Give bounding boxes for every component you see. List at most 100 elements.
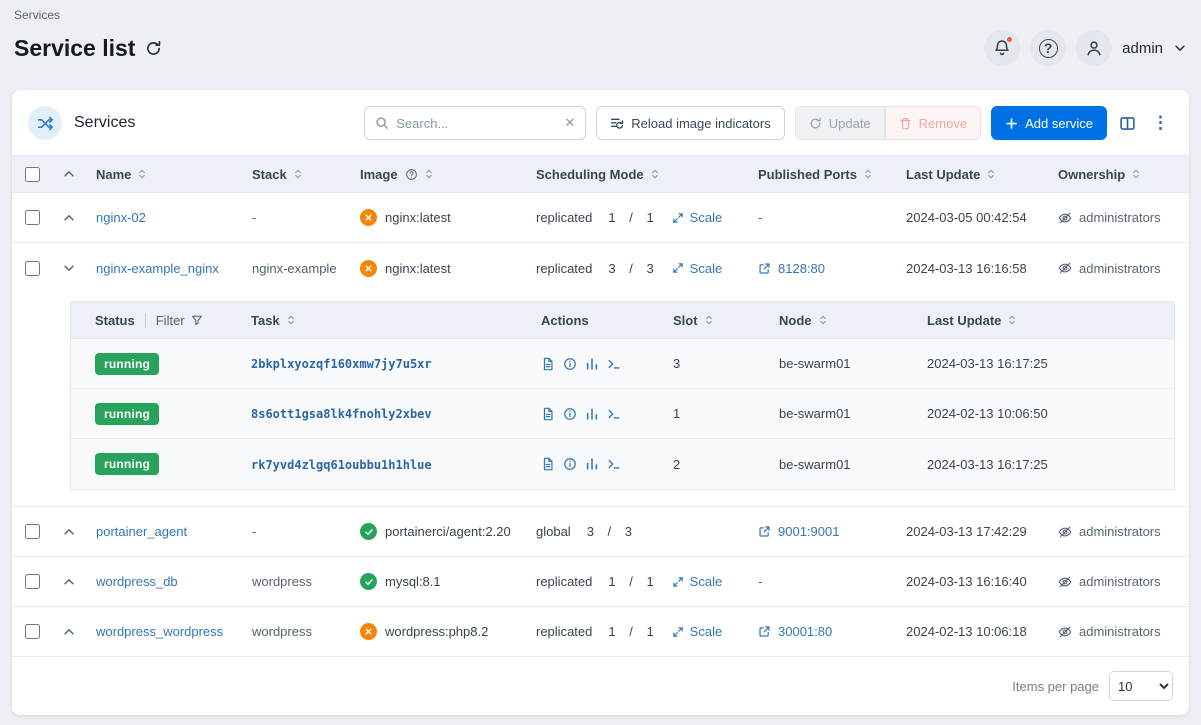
task-id-link[interactable]: 2bkplxyozqf160xmw7jy7u5xr bbox=[251, 357, 432, 371]
header-scheduling-mode[interactable]: Scheduling Mode bbox=[526, 167, 748, 182]
select-all-checkbox[interactable] bbox=[25, 167, 40, 182]
status-badge: running bbox=[95, 453, 159, 475]
last-update-cell: 2024-02-13 10:06:18 bbox=[896, 624, 1048, 639]
image-cell: portainerci/agent:2.20 bbox=[350, 523, 526, 540]
image-help-icon[interactable] bbox=[405, 168, 418, 181]
scheduling-cell: replicated 3 / 3 Scale bbox=[526, 261, 748, 276]
inspect-icon[interactable] bbox=[563, 457, 577, 471]
header-last-update[interactable]: Last Update bbox=[896, 167, 1048, 182]
task-last-update: 2024-03-13 16:17:25 bbox=[917, 457, 1174, 472]
ownership-cell: administrators bbox=[1048, 574, 1189, 589]
notification-dot bbox=[1005, 35, 1014, 44]
header-stack[interactable]: Stack bbox=[242, 167, 350, 182]
scale-link[interactable]: Scale bbox=[672, 210, 723, 225]
breadcrumb: Services bbox=[14, 8, 1187, 22]
task-id-link[interactable]: rk7yvd4zlgq61oubbu1h1hlue bbox=[251, 458, 432, 472]
image-cell: nginx:latest bbox=[350, 260, 526, 277]
scale-link[interactable]: Scale bbox=[672, 574, 723, 589]
breadcrumb-services[interactable]: Services bbox=[14, 8, 60, 22]
published-port-link[interactable]: 9001:9001 bbox=[778, 524, 839, 539]
task-id-link[interactable]: 8s6ott1gsa8lk4fnohly2xbev bbox=[251, 407, 432, 421]
ownership-value: administrators bbox=[1079, 574, 1161, 589]
row-checkbox[interactable] bbox=[25, 574, 40, 589]
logs-icon[interactable] bbox=[541, 357, 555, 371]
help-button[interactable]: ? bbox=[1030, 30, 1066, 66]
row-checkbox[interactable] bbox=[25, 210, 40, 225]
columns-settings-icon[interactable] bbox=[1117, 115, 1138, 132]
collapse-all-icon[interactable] bbox=[62, 167, 76, 181]
status-filter[interactable]: Filter bbox=[156, 313, 203, 328]
stats-icon[interactable] bbox=[585, 457, 599, 471]
stack-cell: - bbox=[242, 524, 350, 539]
chevron-up-icon[interactable] bbox=[62, 525, 76, 539]
tasks-header-slot[interactable]: Slot bbox=[663, 313, 769, 328]
published-port-link[interactable]: 8128:80 bbox=[778, 261, 825, 276]
sort-icon bbox=[817, 314, 829, 326]
status-badge: running bbox=[95, 403, 159, 425]
scale-link[interactable]: Scale bbox=[672, 624, 723, 639]
widget-title: Services bbox=[74, 114, 135, 132]
chevron-up-icon[interactable] bbox=[62, 211, 76, 225]
eye-slash-icon bbox=[1058, 525, 1072, 539]
row-checkbox[interactable] bbox=[25, 261, 40, 276]
image-name: nginx:latest bbox=[385, 210, 451, 225]
chevron-down-icon[interactable] bbox=[1173, 41, 1187, 55]
header-published-ports[interactable]: Published Ports bbox=[748, 167, 896, 182]
image-name: wordpress:php8.2 bbox=[385, 624, 488, 639]
logs-icon[interactable] bbox=[541, 407, 555, 421]
chevron-up-icon[interactable] bbox=[62, 575, 76, 589]
tasks-header-task[interactable]: Task bbox=[241, 313, 531, 328]
replica-count: 3 / 3 bbox=[608, 261, 653, 276]
ownership-value: administrators bbox=[1079, 624, 1161, 639]
add-service-button[interactable]: Add service bbox=[991, 106, 1107, 140]
refresh-page-icon[interactable] bbox=[145, 40, 162, 57]
row-checkbox[interactable] bbox=[25, 624, 40, 639]
console-icon[interactable] bbox=[607, 407, 621, 421]
service-row: wordpress_db wordpress mysql:8.1 replica… bbox=[12, 557, 1189, 607]
replica-count: 1 / 1 bbox=[608, 624, 653, 639]
inspect-icon[interactable] bbox=[563, 357, 577, 371]
stack-cell: wordpress bbox=[242, 574, 350, 589]
header-name[interactable]: Name bbox=[86, 167, 242, 182]
logs-icon[interactable] bbox=[541, 457, 555, 471]
console-icon[interactable] bbox=[607, 457, 621, 471]
header-image[interactable]: Image bbox=[350, 167, 526, 182]
remove-button[interactable]: Remove bbox=[885, 106, 981, 140]
service-name-link[interactable]: wordpress_db bbox=[96, 574, 178, 589]
reload-image-indicators-button[interactable]: Reload image indicators bbox=[596, 106, 784, 140]
replica-count: 1 / 1 bbox=[608, 210, 653, 225]
tasks-table-header: Status Filter Task Actions Slot bbox=[71, 302, 1174, 339]
service-name-link[interactable]: wordpress_wordpress bbox=[96, 624, 223, 639]
items-per-page-select[interactable]: 10 bbox=[1109, 671, 1173, 701]
stack-cell: - bbox=[242, 210, 350, 225]
scheduling-mode: replicated bbox=[536, 574, 592, 589]
chevron-down-icon[interactable] bbox=[62, 261, 76, 275]
stats-icon[interactable] bbox=[585, 407, 599, 421]
service-name-link[interactable]: nginx-example_nginx bbox=[96, 261, 219, 276]
ownership-value: administrators bbox=[1079, 210, 1161, 225]
clear-search-icon[interactable]: ✕ bbox=[564, 115, 575, 131]
search-input[interactable] bbox=[396, 116, 557, 131]
task-node: be-swarm01 bbox=[769, 457, 917, 472]
update-button[interactable]: Update bbox=[795, 106, 885, 140]
eye-slash-icon bbox=[1058, 211, 1072, 225]
chevron-up-icon[interactable] bbox=[62, 625, 76, 639]
notifications-button[interactable] bbox=[984, 30, 1020, 66]
published-port-link[interactable]: 30001:80 bbox=[778, 624, 832, 639]
remove-label: Remove bbox=[919, 116, 967, 131]
row-checkbox[interactable] bbox=[25, 524, 40, 539]
user-menu-button[interactable] bbox=[1076, 30, 1112, 66]
console-icon[interactable] bbox=[607, 357, 621, 371]
scale-link[interactable]: Scale bbox=[672, 261, 723, 276]
stats-icon[interactable] bbox=[585, 357, 599, 371]
service-name-link[interactable]: nginx-02 bbox=[96, 210, 146, 225]
user-name[interactable]: admin bbox=[1122, 40, 1163, 57]
image-cell: wordpress:php8.2 bbox=[350, 623, 526, 640]
service-name-link[interactable]: portainer_agent bbox=[96, 524, 187, 539]
inspect-icon[interactable] bbox=[563, 407, 577, 421]
kebab-menu-icon[interactable]: ⋮ bbox=[1148, 113, 1173, 133]
last-update-cell: 2024-03-13 16:16:58 bbox=[896, 261, 1048, 276]
tasks-header-node[interactable]: Node bbox=[769, 313, 917, 328]
tasks-header-last-update[interactable]: Last Update bbox=[917, 313, 1174, 328]
header-ownership[interactable]: Ownership bbox=[1048, 167, 1189, 182]
